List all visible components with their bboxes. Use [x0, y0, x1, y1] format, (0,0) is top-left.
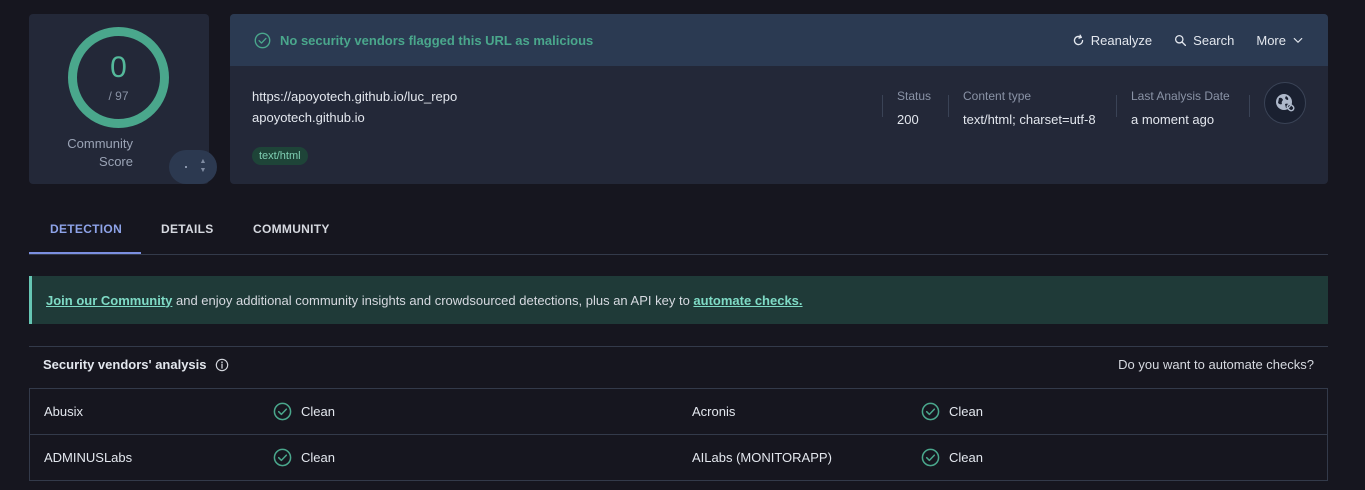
more-button[interactable]: More [1256, 33, 1304, 48]
reanalyze-button[interactable]: Reanalyze [1072, 33, 1152, 48]
tab-detection[interactable]: DETECTION [50, 222, 122, 236]
vendor-name: ADMINUSLabs [44, 450, 133, 465]
page: 0 / 97 Community Score ▲ ▼ No security ve… [0, 0, 1365, 490]
search-button[interactable]: Search [1174, 33, 1234, 48]
check-circle-icon [921, 448, 940, 467]
stepper-dot-icon [185, 166, 187, 168]
search-icon [1175, 34, 1187, 46]
vendor-name: Abusix [44, 404, 84, 419]
analyzed-url[interactable]: https://apoyotech.github.io/luc_repo [252, 89, 457, 104]
vendor-status-label: Clean [301, 450, 335, 465]
community-label-line2: Score [99, 154, 133, 169]
vendor-status-label: Clean [301, 404, 335, 419]
vendor-status: Clean [921, 402, 983, 421]
table-row: ADMINUSLabs Clean AILabs (MONITORAPP) Cl… [30, 435, 1327, 481]
vendors-table: Abusix Clean Acronis Clean ADMINUSLabs C… [29, 388, 1328, 481]
header-actions: Reanalyze Search More [1050, 33, 1304, 48]
join-community-link[interactable]: Join our Community [46, 293, 172, 308]
analyzed-domain[interactable]: apoyotech.github.io [252, 110, 365, 125]
more-label: More [1256, 32, 1286, 48]
refresh-icon [1073, 34, 1083, 45]
verdict-header: No security vendors flagged this URL as … [230, 14, 1328, 66]
community-score-label: Community Score [53, 135, 133, 171]
check-circle-icon [254, 32, 271, 48]
vendor-status-label: Clean [949, 404, 983, 419]
vendor-status: Clean [273, 402, 335, 421]
content-tag[interactable]: text/html [252, 147, 308, 165]
active-tab-underline [29, 252, 141, 254]
score-card: 0 / 97 Community Score ▲ ▼ [29, 14, 217, 184]
url-info-card: No security vendors flagged this URL as … [230, 14, 1328, 184]
stepper-arrows-icon: ▲ ▼ [199, 158, 207, 174]
reanalyze-label: Reanalyze [1090, 32, 1153, 48]
meta-divider [1116, 95, 1117, 117]
search-label: Search [1193, 32, 1235, 48]
community-banner: Join our Community and enjoy additional … [29, 276, 1328, 324]
detection-score-ring: 0 / 97 [68, 27, 169, 128]
tab-community[interactable]: COMMUNITY [253, 222, 330, 236]
status-label: Status [897, 89, 932, 103]
url-globe-button[interactable] [1264, 82, 1306, 124]
vendor-status-label: Clean [949, 450, 983, 465]
status-meta: Status 200 [897, 89, 931, 127]
last-analysis-value: a moment ago [1131, 112, 1215, 127]
community-score-stepper[interactable]: ▲ ▼ [169, 150, 217, 184]
banner-text: and enjoy additional community insights … [172, 292, 694, 308]
automate-checks-question[interactable]: Do you want to automate checks? [1118, 357, 1314, 372]
verdict-text: No security vendors flagged this URL as … [280, 32, 594, 48]
detection-score-total: / 97 [108, 88, 129, 103]
last-analysis-label: Last Analysis Date [1131, 89, 1230, 103]
meta-divider [882, 95, 883, 117]
community-label-line1: Community [67, 136, 133, 151]
content-type-label: Content type [963, 89, 1032, 103]
vendors-title: Security vendors' analysis [43, 357, 207, 372]
info-icon[interactable] [215, 358, 229, 372]
meta-divider [1249, 95, 1250, 117]
analysis-tabs: DETECTION DETAILS COMMUNITY [29, 212, 1328, 255]
vendor-name: AILabs (MONITORAPP) [692, 450, 832, 465]
check-circle-icon [921, 402, 940, 421]
globe-icon [1276, 94, 1295, 112]
detection-score-value: 0 [110, 50, 127, 84]
table-row: Abusix Clean Acronis Clean [30, 389, 1327, 435]
vendor-name: Acronis [692, 404, 736, 419]
check-circle-icon [273, 402, 292, 421]
content-type-value: text/html; charset=utf-8 [963, 112, 1096, 127]
tab-details[interactable]: DETAILS [161, 222, 214, 236]
vendor-status: Clean [273, 448, 335, 467]
meta-divider [948, 95, 949, 117]
content-type-meta: Content type text/html; charset=utf-8 [963, 89, 1096, 127]
check-circle-icon [273, 448, 292, 467]
chevron-down-icon [1293, 37, 1303, 43]
vendors-header: Security vendors' analysis Do you want t… [29, 346, 1328, 382]
vendor-status: Clean [921, 448, 983, 467]
automate-checks-link[interactable]: automate checks. [693, 293, 802, 308]
status-value: 200 [897, 112, 919, 127]
last-analysis-meta: Last Analysis Date a moment ago [1131, 89, 1230, 127]
